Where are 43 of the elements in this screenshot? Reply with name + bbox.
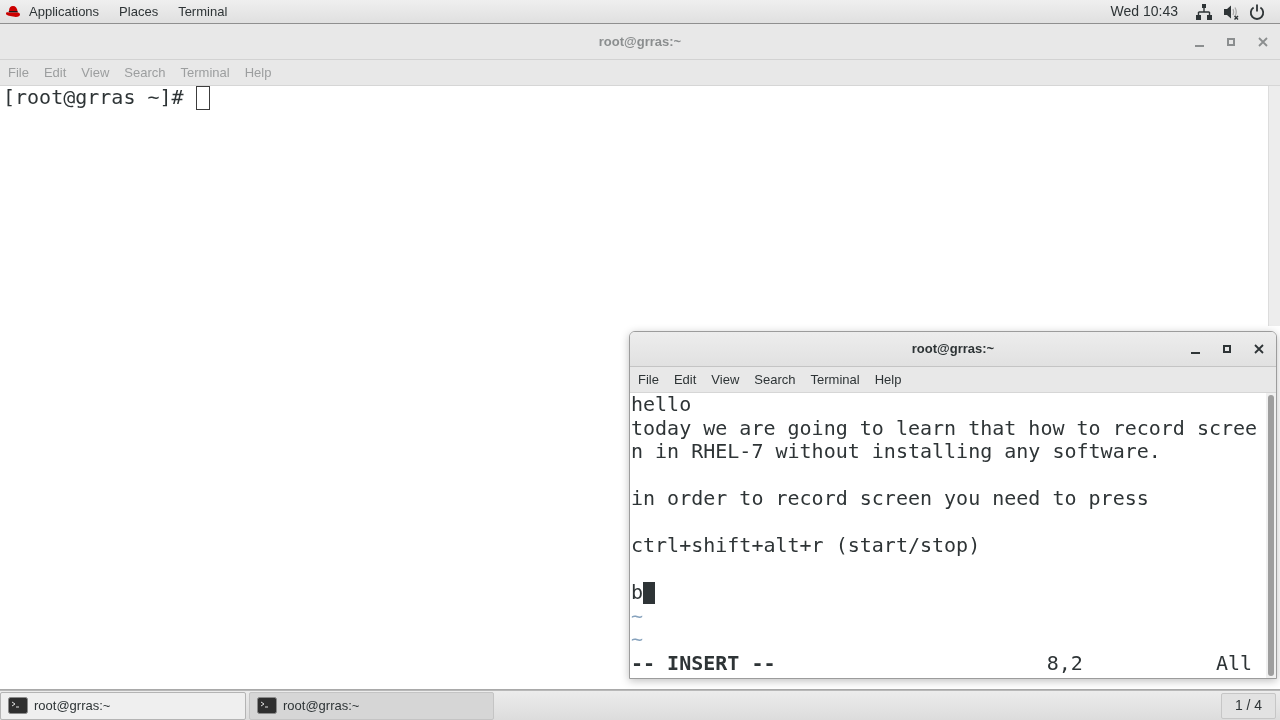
- clock[interactable]: Wed 10:43: [1110, 1, 1178, 22]
- power-icon[interactable]: [1249, 3, 1265, 20]
- maximize-icon: [1223, 345, 1231, 353]
- terminal-icon: [257, 697, 277, 714]
- menu-item[interactable]: View: [711, 369, 740, 390]
- scrollbar[interactable]: [1266, 393, 1276, 678]
- scrollbar[interactable]: [1268, 86, 1280, 326]
- window-title: root@grras:~: [598, 32, 682, 51]
- taskbar-button[interactable]: root@grras:~: [0, 691, 246, 720]
- menu-item[interactable]: Help: [874, 369, 902, 390]
- speaker-muted-icon[interactable]: [1224, 3, 1239, 20]
- terminal-line: b: [631, 581, 644, 605]
- cursor-position: 8,2: [1046, 651, 1083, 675]
- top-bar-menu[interactable]: Applications: [5, 1, 100, 22]
- close-icon: [1254, 344, 1264, 354]
- terminal-icon: [8, 697, 28, 714]
- minimize-icon: [1190, 352, 1200, 354]
- empty-line-marker: ~: [631, 628, 644, 652]
- terminal-line: today we are going to learn that how to record scree: [631, 416, 1258, 440]
- cursor-icon: [643, 581, 656, 604]
- minimize-icon: [1194, 44, 1204, 47]
- menu-item[interactable]: Edit: [673, 369, 697, 390]
- top-bar-menu[interactable]: Places: [119, 1, 159, 22]
- shell-prompt: [root@grras ~]#: [3, 86, 184, 110]
- hat-icon: [5, 5, 21, 18]
- scroll-position: All: [1215, 651, 1252, 675]
- terminal-line: in order to record screen you need to press: [631, 487, 1149, 511]
- window-title: root@grras:~: [911, 340, 995, 359]
- close-icon: [1258, 36, 1268, 47]
- maximize-icon: [1227, 37, 1235, 46]
- menu-item[interactable]: Search: [754, 369, 796, 390]
- network-icon[interactable]: [1196, 3, 1212, 20]
- terminal-line: n in RHEL-7 without installing any software.: [631, 440, 1161, 464]
- top-bar-menu[interactable]: Terminal: [178, 1, 228, 22]
- menu-item[interactable]: Terminal: [810, 369, 860, 390]
- taskbar-button[interactable]: root@grras:~: [249, 691, 494, 720]
- workspace-indicator[interactable]: 1 / 4: [1221, 692, 1276, 719]
- cursor-icon: [195, 85, 210, 110]
- terminal-line: ctrl+shift+alt+r (start/stop): [631, 534, 981, 558]
- empty-line-marker: ~: [631, 604, 644, 628]
- vim-mode-indicator: -- INSERT --: [631, 651, 776, 675]
- terminal-line: hello: [631, 393, 692, 417]
- menu-item[interactable]: File: [638, 369, 659, 390]
